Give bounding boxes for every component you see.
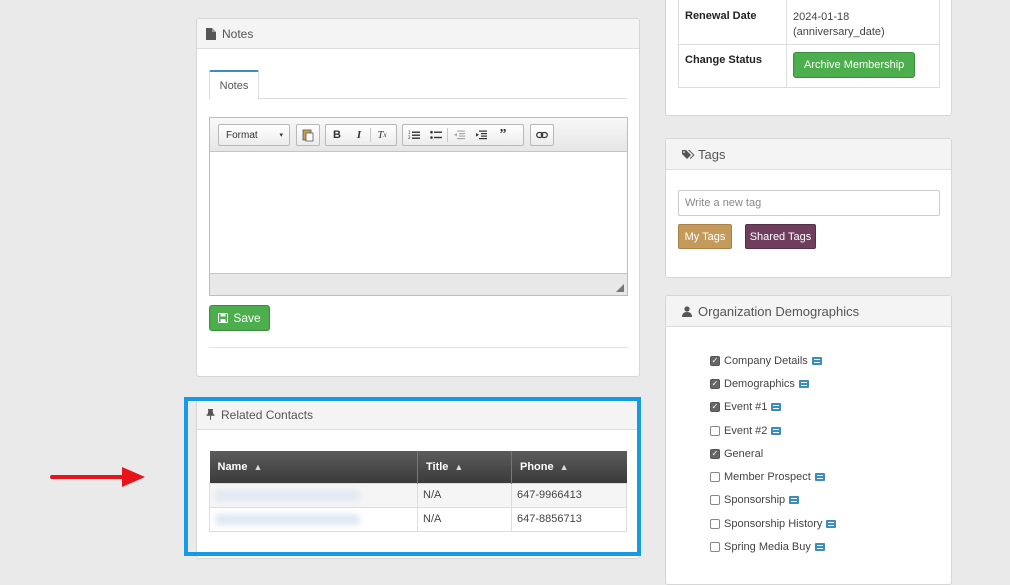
demographic-item-label: Member Prospect <box>724 471 811 484</box>
format-dropdown-label: Format <box>226 129 258 141</box>
checked-checkbox[interactable]: ✓ <box>710 355 720 366</box>
demographic-item-label: Spring Media Buy <box>724 541 811 554</box>
demographic-item[interactable]: Member Prospect <box>710 465 836 488</box>
demographic-item-label: Company Details <box>724 354 808 367</box>
checked-checkbox[interactable]: ✓ <box>710 378 720 389</box>
change-status-cell: Archive Membership <box>786 44 940 88</box>
floppy-disk-icon <box>218 313 229 323</box>
renewal-date-label: Renewal Date <box>678 0 787 45</box>
change-status-row: Change Status Archive Membership <box>678 44 940 88</box>
tags-panel-header: Tags <box>666 139 951 170</box>
indent-icon[interactable] <box>470 125 492 145</box>
file-icon <box>206 27 216 40</box>
new-tag-input[interactable] <box>678 190 940 216</box>
text-style-group: B I Tx <box>325 124 397 146</box>
unchecked-checkbox[interactable] <box>710 472 720 483</box>
tags-panel: Tags My Tags Shared Tags <box>665 138 952 278</box>
notes-panel-title: Notes <box>222 26 254 41</box>
highlight-annotation-box <box>184 397 641 556</box>
demographic-item[interactable]: Spring Media Buy <box>710 535 836 558</box>
paste-group <box>296 124 320 146</box>
bold-icon[interactable]: B <box>326 125 348 145</box>
caret-down-icon: ▾ <box>279 132 283 139</box>
demographic-item-label: Sponsorship <box>724 494 786 507</box>
my-tags-button[interactable]: My Tags <box>678 224 732 249</box>
list-detail-icon[interactable] <box>789 496 800 505</box>
demographics-panel-header: Organization Demographics <box>666 296 951 327</box>
membership-table: Renewal Date 2024-01-18 (anniversary_dat… <box>678 0 940 88</box>
paste-text-icon[interactable] <box>297 125 319 145</box>
outdent-icon[interactable] <box>448 125 470 145</box>
user-icon <box>682 305 692 317</box>
renewal-date: 2024-01-18 <box>793 11 850 23</box>
tab-notes[interactable]: Notes <box>209 70 259 100</box>
unchecked-checkbox[interactable] <box>710 495 720 506</box>
membership-panel: Renewal Date 2024-01-18 (anniversary_dat… <box>665 0 952 116</box>
notes-tab-strip: Notes <box>209 70 627 100</box>
unchecked-checkbox[interactable] <box>710 518 720 529</box>
shared-tags-button[interactable]: Shared Tags <box>745 224 816 249</box>
demographic-item-label: Demographics <box>724 377 795 390</box>
editor-status-bar <box>210 273 627 295</box>
list-detail-icon[interactable] <box>771 403 782 412</box>
change-status-label: Change Status <box>678 44 787 88</box>
demographic-item[interactable]: Event #2 <box>710 419 836 442</box>
divider <box>209 347 628 348</box>
demographics-list: ✓ Company Details ✓ Demographics ✓ Event #1 Ev… <box>710 349 837 559</box>
paragraph-group: 12 ” <box>402 124 524 146</box>
list-detail-icon[interactable] <box>814 543 825 552</box>
unchecked-checkbox[interactable] <box>710 542 720 553</box>
list-detail-icon[interactable] <box>798 379 809 388</box>
notes-panel: Notes Notes Format ▾ B I Tx 12 ” Save <box>196 18 640 377</box>
demographic-item-label: Event #1 <box>724 401 768 414</box>
blockquote-icon[interactable]: ” <box>492 125 514 145</box>
checked-checkbox[interactable]: ✓ <box>710 402 720 413</box>
editor-text-area[interactable] <box>210 152 627 273</box>
demographic-item[interactable]: Sponsorship <box>710 489 836 512</box>
demographic-item[interactable]: ✓ Event #1 <box>710 396 836 419</box>
renewal-date-row: Renewal Date 2024-01-18 (anniversary_dat… <box>678 0 940 45</box>
bulleted-list-icon[interactable] <box>425 125 447 145</box>
list-detail-icon[interactable] <box>811 356 822 365</box>
demographics-panel-title: Organization Demographics <box>698 303 860 319</box>
list-detail-icon[interactable] <box>814 473 825 482</box>
demographic-item[interactable]: ✓ General <box>710 442 836 465</box>
remove-format-icon[interactable]: Tx <box>371 125 393 145</box>
notes-panel-header: Notes <box>197 19 639 49</box>
red-arrow-annotation <box>50 467 145 487</box>
svg-text:2: 2 <box>408 135 411 140</box>
renewal-date-value: 2024-01-18 (anniversary_date) <box>786 0 940 45</box>
demographic-item-label: Sponsorship History <box>724 517 823 530</box>
tags-panel-title: Tags <box>698 146 726 162</box>
link-group <box>530 124 554 146</box>
unchecked-checkbox[interactable] <box>710 425 720 436</box>
list-detail-icon[interactable] <box>826 519 837 528</box>
demographic-item[interactable]: ✓ Demographics <box>710 372 836 395</box>
save-button-label: Save <box>233 311 261 325</box>
save-button[interactable]: Save <box>209 305 270 331</box>
renewal-date-note: (anniversary_date) <box>793 26 885 38</box>
editor-toolbar: Format ▾ B I Tx 12 ” <box>210 118 627 152</box>
rich-text-editor: Format ▾ B I Tx 12 ” <box>209 117 628 296</box>
organization-demographics-panel: Organization Demographics ✓ Company Detai… <box>665 295 952 585</box>
tags-icon <box>682 149 696 160</box>
italic-icon[interactable]: I <box>348 125 370 145</box>
list-detail-icon[interactable] <box>771 426 782 435</box>
demographic-item[interactable]: ✓ Company Details <box>710 349 836 372</box>
numbered-list-icon[interactable]: 12 <box>403 125 425 145</box>
checked-checkbox[interactable]: ✓ <box>710 448 720 459</box>
archive-membership-button[interactable]: Archive Membership <box>793 52 916 78</box>
format-dropdown[interactable]: Format ▾ <box>218 124 290 146</box>
demographic-item-label: General <box>724 447 764 460</box>
demographic-item[interactable]: Sponsorship History <box>710 512 837 535</box>
demographic-item-label: Event #2 <box>724 424 768 437</box>
resize-handle[interactable] <box>616 284 624 292</box>
link-icon[interactable] <box>531 125 553 145</box>
